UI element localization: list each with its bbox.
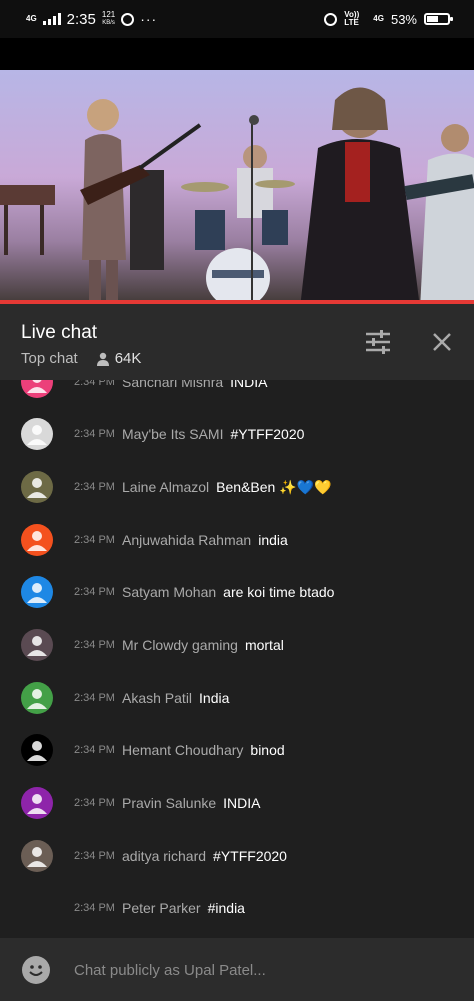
tune-icon xyxy=(366,330,390,354)
live-chat-header: Live chat Top chat 64K xyxy=(0,304,474,380)
message-body: Laine Almazol Ben&Ben ✨💙💛 xyxy=(122,479,332,496)
chat-message[interactable]: 2:34 PM Anjuwahida Rahman india xyxy=(0,514,474,566)
battery-fill xyxy=(427,16,438,22)
message-time: 2:34 PM xyxy=(74,586,115,598)
message-author[interactable]: Anjuwahida Rahman xyxy=(122,532,251,548)
close-chat-button[interactable] xyxy=(426,326,458,358)
volte-indicator: Vo)) LTE xyxy=(344,10,360,27)
battery-percent: 53% xyxy=(390,11,417,27)
avatar[interactable] xyxy=(21,418,53,450)
message-body: Satyam Mohan are koi time btado xyxy=(122,584,334,600)
message-text: #YTFF2020 xyxy=(230,426,305,442)
chat-message[interactable]: 2:34 PM Laine Almazol Ben&Ben ✨💙💛 xyxy=(0,461,474,513)
viewer-count: 64K xyxy=(96,350,142,367)
app-notification-icon xyxy=(121,12,135,26)
chat-input[interactable] xyxy=(74,958,444,982)
message-time: 2:34 PM xyxy=(74,797,115,809)
chat-message[interactable]: 2:34 PM Akash Patil India xyxy=(0,672,474,724)
chat-message-list[interactable]: 2:34 PM Sanchari Mishra INDIA 2:34 PM May'be… xyxy=(0,380,474,938)
alarm-icon xyxy=(324,12,338,26)
data-speed-value: 121 xyxy=(101,10,116,19)
message-body: Hemant Choudhary binod xyxy=(122,742,285,758)
message-text: #YTFF2020 xyxy=(213,848,287,864)
message-text: mortal xyxy=(244,637,284,653)
message-body: Akash Patil India xyxy=(122,690,229,706)
avatar[interactable] xyxy=(21,380,53,398)
chat-message[interactable]: 2:34 PM Pravin Salunke INDIA xyxy=(0,777,474,829)
chat-message[interactable]: 2:34 PM Peter Parker #india xyxy=(0,882,474,934)
chat-mode-selector[interactable]: Top chat 64K xyxy=(21,350,141,367)
close-icon xyxy=(433,333,451,351)
message-text: INDIA xyxy=(230,380,268,390)
avatar[interactable] xyxy=(21,840,53,872)
person-icon xyxy=(96,352,109,366)
avatar[interactable] xyxy=(21,524,53,556)
message-time: 2:34 PM xyxy=(74,692,115,704)
network-type: 4G xyxy=(26,14,37,23)
message-author[interactable]: Laine Almazol xyxy=(122,479,209,495)
network-type-2: 4G xyxy=(373,14,384,23)
video-frame[interactable] xyxy=(0,70,474,300)
message-body: aditya richard #YTFF2020 xyxy=(122,848,287,864)
message-text: INDIA xyxy=(223,795,261,811)
avatar[interactable] xyxy=(21,629,53,661)
clock: 2:35 xyxy=(66,10,96,28)
battery-icon xyxy=(424,13,453,25)
live-chat-title: Live chat xyxy=(21,322,98,343)
message-author[interactable]: Mr Clowdy gaming xyxy=(122,637,238,653)
message-text: are koi time btado xyxy=(223,584,335,600)
message-author[interactable]: Hemant Choudhary xyxy=(122,742,243,758)
message-author[interactable]: Pravin Salunke xyxy=(122,795,216,811)
message-time: 2:34 PM xyxy=(74,744,115,756)
message-author[interactable]: Peter Parker xyxy=(122,900,201,916)
message-author[interactable]: Satyam Mohan xyxy=(122,584,216,600)
message-time: 2:34 PM xyxy=(74,481,115,493)
emoji-icon xyxy=(29,965,43,976)
chat-message[interactable]: 2:34 PM aditya richard #YTFF2020 xyxy=(0,830,474,882)
avatar[interactable] xyxy=(21,471,53,503)
message-time: 2:34 PM xyxy=(74,380,115,388)
message-text: india xyxy=(258,532,288,548)
chat-mode-label[interactable]: Top chat xyxy=(21,350,78,367)
emoji-button[interactable] xyxy=(22,956,50,984)
chat-message[interactable]: 2:34 PM Satyam Mohan are koi time btado xyxy=(0,566,474,618)
viewer-count-value: 64K xyxy=(114,350,142,367)
avatar[interactable] xyxy=(21,682,53,714)
chat-filter-button[interactable] xyxy=(362,326,394,358)
message-time: 2:34 PM xyxy=(74,902,115,914)
avatar[interactable] xyxy=(21,576,53,608)
signal-icon xyxy=(42,13,61,25)
avatar[interactable] xyxy=(21,734,53,766)
message-author[interactable]: Sanchari Mishra xyxy=(122,380,223,390)
message-author[interactable]: May'be Its SAMI xyxy=(122,426,223,442)
avatar[interactable] xyxy=(21,787,53,819)
message-author[interactable]: aditya richard xyxy=(122,848,206,864)
message-body: Peter Parker #india xyxy=(122,900,245,916)
video-scene-image xyxy=(0,87,474,300)
chat-input-bar xyxy=(0,938,474,1001)
message-time: 2:34 PM xyxy=(74,850,115,862)
message-body: Pravin Salunke INDIA xyxy=(122,795,261,811)
message-time: 2:34 PM xyxy=(74,639,115,651)
chat-message[interactable]: 2:34 PM Sanchari Mishra INDIA xyxy=(0,380,474,408)
more-notifications-icon: ··· xyxy=(140,11,158,27)
message-text: India xyxy=(199,690,230,706)
message-body: Anjuwahida Rahman india xyxy=(122,532,288,548)
message-body: May'be Its SAMI #YTFF2020 xyxy=(122,426,304,442)
video-player[interactable] xyxy=(0,38,474,300)
status-bar: 4G 2:35 121 KB/s ··· Vo)) LTE 4G 53% xyxy=(0,0,474,38)
message-author[interactable]: Akash Patil xyxy=(122,690,192,706)
chat-message[interactable]: 2:34 PM Mr Clowdy gaming mortal xyxy=(0,619,474,671)
chat-message[interactable]: 2:34 PM Hemant Choudhary binod xyxy=(0,724,474,776)
message-time: 2:34 PM xyxy=(74,428,115,440)
message-text: binod xyxy=(250,742,285,758)
data-speed: 121 KB/s xyxy=(102,11,115,27)
message-time: 2:34 PM xyxy=(74,534,115,546)
message-body: Sanchari Mishra INDIA xyxy=(122,380,268,390)
message-text: #india xyxy=(207,900,245,916)
data-speed-unit: KB/s xyxy=(102,20,115,26)
chat-message[interactable]: 2:34 PM May'be Its SAMI #YTFF2020 xyxy=(0,408,474,460)
message-body: Mr Clowdy gaming mortal xyxy=(122,637,284,653)
message-text: Ben&Ben ✨💙💛 xyxy=(216,478,332,495)
